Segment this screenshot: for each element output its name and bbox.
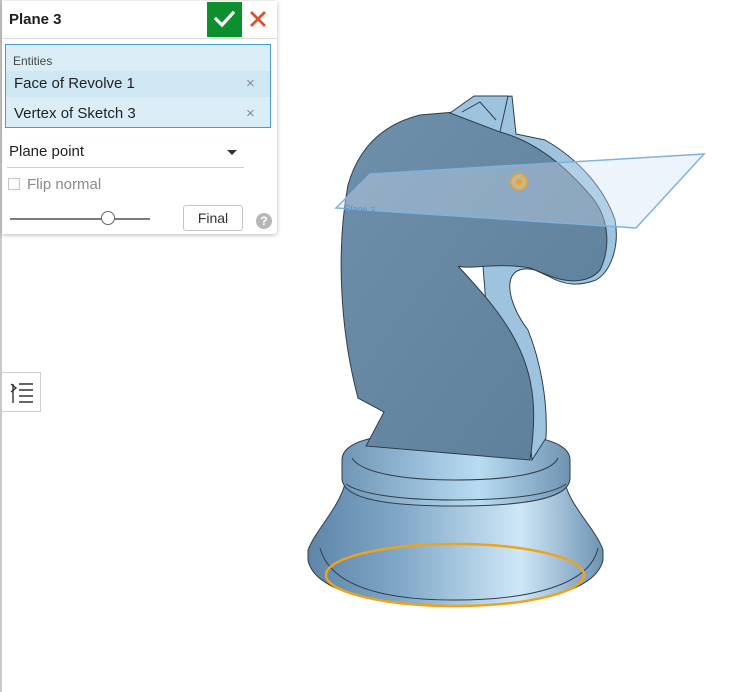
close-icon (250, 11, 266, 27)
remove-entity-icon[interactable]: × (246, 105, 255, 122)
selected-vertex-center (516, 179, 522, 185)
entity-label: Face of Revolve 1 (14, 75, 135, 92)
plane-type-dropdown[interactable]: Plane point (7, 139, 244, 168)
plane-type-value: Plane point (9, 143, 85, 160)
final-button[interactable]: Final (183, 205, 243, 231)
rollback-slider-thumb[interactable] (101, 211, 115, 225)
flip-normal-label: Flip normal (27, 176, 102, 193)
entities-label: Entities (13, 54, 53, 68)
accept-button[interactable] (207, 2, 242, 37)
remove-entity-icon[interactable]: × (246, 75, 255, 92)
checkmark-icon (214, 10, 235, 28)
plane-feature-dialog: Plane 3 Entities Face of Revolve 1 × Ver… (2, 1, 277, 234)
feature-list-toggle[interactable] (2, 372, 41, 412)
entity-item[interactable]: Face of Revolve 1 × (6, 71, 270, 97)
rollback-slider-track[interactable] (10, 218, 150, 220)
help-icon[interactable]: ? (256, 213, 272, 229)
dialog-title: Plane 3 (9, 11, 62, 28)
entity-label: Vertex of Sketch 3 (14, 105, 136, 122)
cancel-button[interactable] (248, 9, 268, 29)
flip-normal-checkbox[interactable] (8, 178, 20, 190)
knight-head-face (340, 95, 608, 461)
entity-item[interactable]: Vertex of Sketch 3 × (6, 101, 270, 127)
plane-3-label: Plane 3 (344, 203, 375, 215)
entities-selection-box[interactable]: Entities Face of Revolve 1 × Vertex of S… (5, 44, 271, 128)
feature-list-icon (10, 383, 33, 403)
dialog-header: Plane 3 (2, 1, 277, 39)
chevron-down-icon (227, 150, 237, 155)
